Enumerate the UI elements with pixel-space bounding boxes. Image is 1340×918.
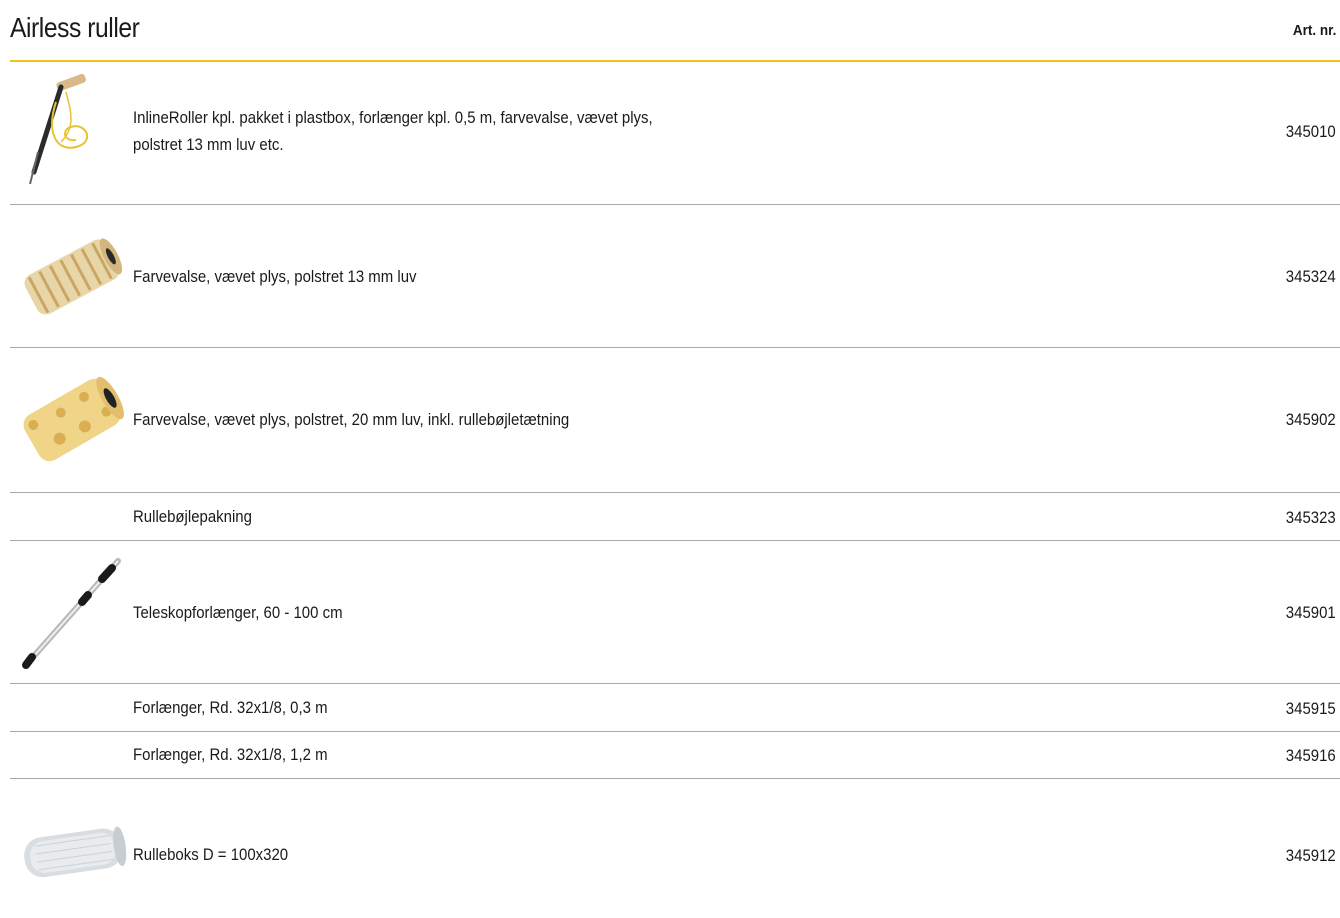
page-title: Airless ruller bbox=[10, 12, 140, 43]
article-number: 345010 bbox=[1286, 122, 1336, 141]
page-header: Airless ruller Art. nr. bbox=[0, 0, 1340, 60]
product-row: Rulleboks D = 100x320 345912 bbox=[10, 779, 1340, 918]
product-description-line: polstret 13 mm luv etc. bbox=[133, 135, 284, 154]
article-number: 345916 bbox=[1286, 746, 1336, 765]
inline-roller-kit-image bbox=[29, 73, 89, 185]
article-number: 345324 bbox=[1286, 267, 1336, 286]
product-description: Farvevalse, vævet plys, polstret 13 mm l… bbox=[133, 267, 417, 286]
article-number: 345915 bbox=[1286, 699, 1336, 718]
product-row: Farvevalse, vævet plys, polstret 13 mm l… bbox=[10, 205, 1340, 348]
product-row: Forlænger, Rd. 32x1/8, 0,3 m 345915 bbox=[10, 684, 1340, 732]
article-number: 345912 bbox=[1286, 846, 1336, 865]
roller-box-image bbox=[24, 826, 127, 878]
product-description: Forlænger, Rd. 32x1/8, 0,3 m bbox=[133, 698, 328, 717]
product-description: Rullebøjlepakning bbox=[133, 507, 252, 526]
telescopic-extension-image bbox=[22, 558, 121, 669]
product-description: Teleskopforlænger, 60 - 100 cm bbox=[133, 603, 343, 622]
product-description: Forlænger, Rd. 32x1/8, 1,2 m bbox=[133, 745, 328, 764]
art-nr-column-header: Art. nr. bbox=[1292, 22, 1336, 39]
product-row: Teleskopforlænger, 60 - 100 cm 345901 bbox=[10, 541, 1340, 684]
roller-sleeve-13mm-image bbox=[24, 238, 123, 315]
product-description-line: InlineRoller kpl. pakket i plastbox, for… bbox=[133, 108, 653, 127]
product-row: Rullebøjlepakning 345323 bbox=[10, 493, 1340, 541]
product-description: Rulleboks D = 100x320 bbox=[133, 845, 289, 864]
article-number: 345902 bbox=[1286, 410, 1336, 429]
article-number: 345901 bbox=[1286, 603, 1336, 622]
article-number: 345323 bbox=[1286, 508, 1336, 527]
product-row: InlineRoller kpl. pakket i plastbox, for… bbox=[10, 62, 1340, 205]
roller-sleeve-20mm-image bbox=[23, 376, 124, 462]
product-row: Farvevalse, vævet plys, polstret, 20 mm … bbox=[10, 348, 1340, 493]
product-description: InlineRoller kpl. pakket i plastbox, for… bbox=[133, 104, 653, 158]
product-row: Forlænger, Rd. 32x1/8, 1,2 m 345916 bbox=[10, 732, 1340, 779]
product-description: Farvevalse, vævet plys, polstret, 20 mm … bbox=[133, 410, 570, 429]
